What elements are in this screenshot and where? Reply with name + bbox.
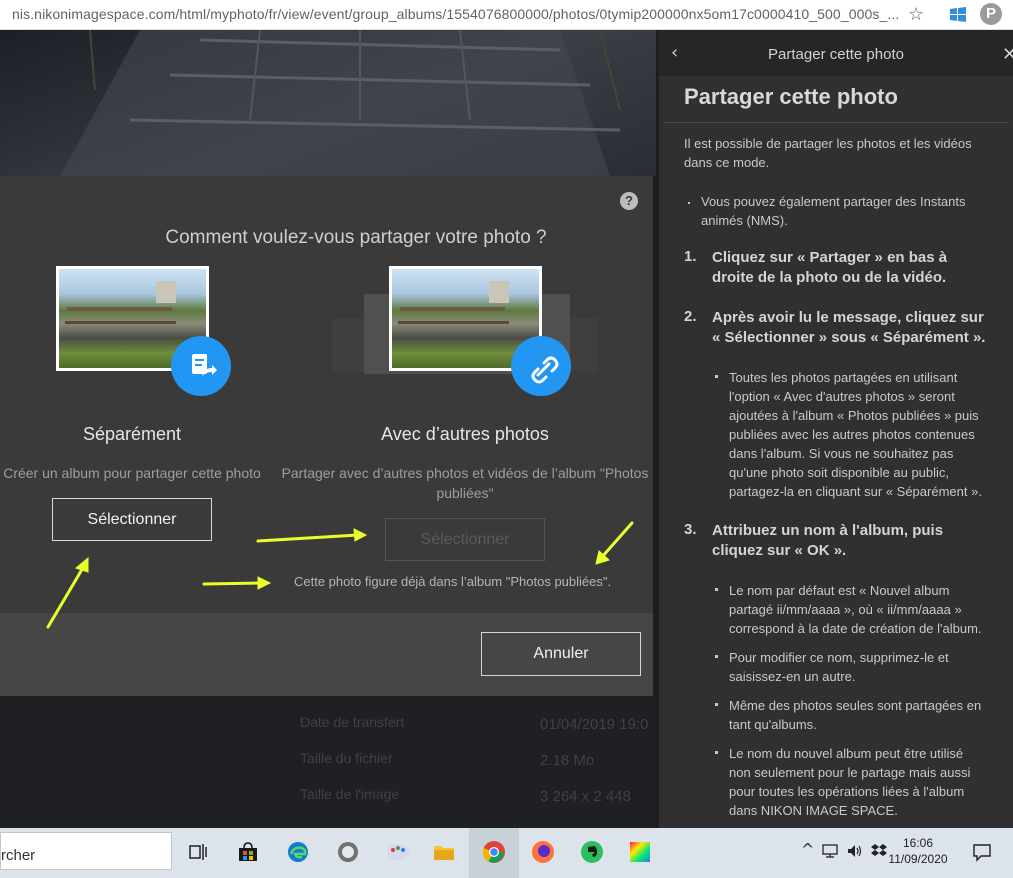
detail-label: Date de transfert: [300, 714, 405, 730]
windows-extension-icon[interactable]: [950, 7, 966, 22]
volume-icon[interactable]: [846, 842, 864, 860]
step3-bullet-line: Le nom du nouvel album peut être utilisé: [729, 746, 964, 761]
cancel-button[interactable]: Annuler: [481, 632, 641, 676]
link-icon: [511, 336, 571, 396]
search-text: rcher: [1, 847, 36, 864]
step3-bullet-line: Le nom par défaut est « Nouvel album: [729, 583, 950, 598]
edge-icon[interactable]: [286, 840, 310, 864]
step-text: Attribuez un nom à l'album, puis: [712, 522, 944, 539]
divider: [664, 122, 1009, 123]
step3-bullet-line: dans NIKON IMAGE SPACE.: [729, 803, 898, 818]
bullet: [715, 703, 718, 706]
bullet: [715, 655, 718, 658]
option-separate-title: Séparément: [82, 424, 182, 444]
step-text: Cliquez sur « Partager » en bas à: [712, 249, 948, 266]
help-panel: ‹ Partager cette photo ✕ Partager cette …: [656, 30, 1013, 828]
step2-bullet-line: publiées avec les autres photos contenue…: [729, 427, 975, 442]
already-in-album-note: Cette photo figure déjà dans l’album "Ph…: [294, 574, 612, 589]
option-separate-description: Créer un album pour partager cette photo: [3, 465, 261, 481]
detail-value: 3 264 x 2 448: [540, 788, 631, 805]
step-number: 2.: [684, 308, 697, 325]
chrome-icon[interactable]: [482, 840, 506, 864]
note-text: animés (NMS).: [701, 213, 788, 228]
url-text[interactable]: nis.nikonimagespace.com/html/myphoto/fr/…: [12, 6, 899, 22]
firefox-icon[interactable]: [531, 840, 555, 864]
step2-bullet-line: qu'une photo soit disponible au public,: [729, 465, 950, 480]
bullet: [715, 375, 718, 378]
taskbar-search[interactable]: rcher: [0, 832, 172, 870]
detail-label: Taille de l'image: [300, 786, 400, 802]
step3-bullet-line: Pour modifier ce nom, supprimez-le et: [729, 650, 949, 665]
share-document-icon: [171, 336, 231, 396]
note-text: Vous pouvez également partager des Insta…: [701, 194, 966, 209]
step3-bullet-line: correspond à la date de création de l'al…: [729, 621, 982, 636]
step3-bullet-line: partagé ii/mm/aaaa », où « ii/mm/aaaa »: [729, 602, 962, 617]
intro-text: dans ce mode.: [684, 155, 770, 170]
step3-bullet-line: pour toutes les opérations liées à l'alb…: [729, 784, 965, 799]
step-number: 1.: [684, 248, 697, 265]
task-view-icon[interactable]: [186, 840, 210, 864]
step2-bullet-line: Toutes les photos partagées en utilisant: [729, 370, 958, 385]
bullet: [715, 588, 718, 591]
network-icon[interactable]: [821, 842, 839, 860]
tray-chevron-icon[interactable]: ^: [801, 840, 814, 859]
panel-header-title: Partager cette photo: [768, 46, 904, 63]
step3-bullet-line: saisissez-en un autre.: [729, 669, 856, 684]
bullet: [715, 751, 718, 754]
evernote-icon[interactable]: [580, 840, 604, 864]
step2-bullet-line: partagez-la en cliquant sur « Séparément…: [729, 484, 982, 499]
step2-bullet-line: ajoutées à l'album « Photos publiées » p…: [729, 408, 979, 423]
step-text: Après avoir lu le message, cliquez sur: [712, 309, 984, 326]
pinterest-icon[interactable]: [980, 3, 1002, 25]
photo-details: Date de transfert 01/04/2019 19:0 Taille…: [0, 696, 656, 828]
detail-value: 2.18 Mo: [540, 752, 595, 769]
step3-bullet-line: Même des photos seules sont partagées en: [729, 698, 982, 713]
select-separate-button[interactable]: Sélectionner: [52, 498, 212, 541]
step2-bullet-line: l'option « Avec d'autres photos » seront: [729, 389, 955, 404]
option-with-others-description: Partager avec d’autres photos et vidéos …: [281, 465, 649, 501]
clock-time: 16:06: [902, 836, 934, 850]
file-explorer-icon[interactable]: [432, 840, 456, 864]
photo-viewer: Date de transfert 01/04/2019 19:0 Taille…: [0, 30, 656, 828]
app-icon[interactable]: [336, 840, 360, 864]
dialog-title: Comment voulez-vous partager votre photo…: [165, 227, 547, 248]
clock[interactable]: 16:06 11/09/2020: [888, 835, 948, 867]
color-app-icon[interactable]: [628, 840, 652, 864]
browser-url-bar[interactable]: nis.nikonimagespace.com/html/myphoto/fr/…: [0, 0, 1013, 30]
notifications-icon[interactable]: [972, 842, 992, 862]
screen: nis.nikonimagespace.com/html/myphoto/fr/…: [0, 0, 1013, 878]
paint-icon[interactable]: [386, 840, 410, 864]
option-with-others-title: Avec d’autres photos: [381, 424, 549, 444]
dropbox-icon[interactable]: [870, 842, 888, 860]
store-icon[interactable]: [236, 840, 260, 864]
step-text: droite de la photo ou de la vidéo.: [712, 269, 947, 286]
step2-bullet-line: dans l'album. Si vous ne souhaitez pas: [729, 446, 954, 461]
step-text: « Sélectionner » sous « Séparément ».: [712, 329, 986, 346]
step3-bullet-line: non seulement pour le partage mais aussi: [729, 765, 971, 780]
close-icon[interactable]: ✕: [1002, 44, 1013, 65]
detail-value: 01/04/2019 19:0: [540, 716, 649, 733]
help-icon[interactable]: ?: [620, 192, 638, 210]
dialog-footer: Annuler: [0, 613, 653, 696]
detail-label: Taille du fichier: [300, 750, 393, 766]
select-with-others-button[interactable]: Sélectionner: [385, 518, 545, 561]
step-number: 3.: [684, 521, 697, 538]
intro-text: Il est possible de partager les photos e…: [684, 136, 972, 151]
step3-bullet-line: tant qu'albums.: [729, 717, 817, 732]
bullet: [688, 202, 690, 204]
background-photo: [0, 30, 656, 176]
panel-title: Partager cette photo: [684, 84, 898, 109]
panel-header: ‹ Partager cette photo ✕: [659, 30, 1013, 76]
star-icon[interactable]: ☆: [908, 4, 924, 25]
taskbar: rcher ^ 16:06 11/09/2020: [0, 828, 1013, 878]
step-text: cliquez sur « OK ».: [712, 542, 847, 559]
clock-date: 11/09/2020: [888, 852, 948, 866]
share-dialog: ? Comment voulez-vous partager votre pho…: [0, 176, 653, 696]
